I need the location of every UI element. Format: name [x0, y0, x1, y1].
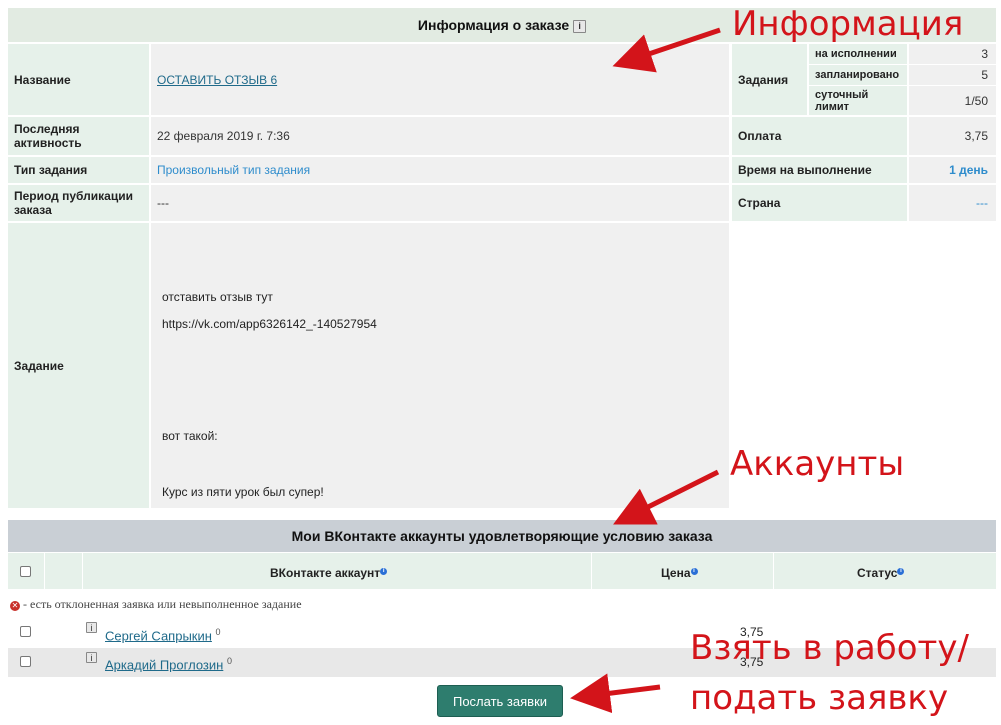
arrow-info — [612, 27, 721, 73]
annotation-arrows — [570, 27, 721, 714]
arrow-accounts — [613, 469, 720, 525]
arrow-submit — [570, 673, 661, 714]
